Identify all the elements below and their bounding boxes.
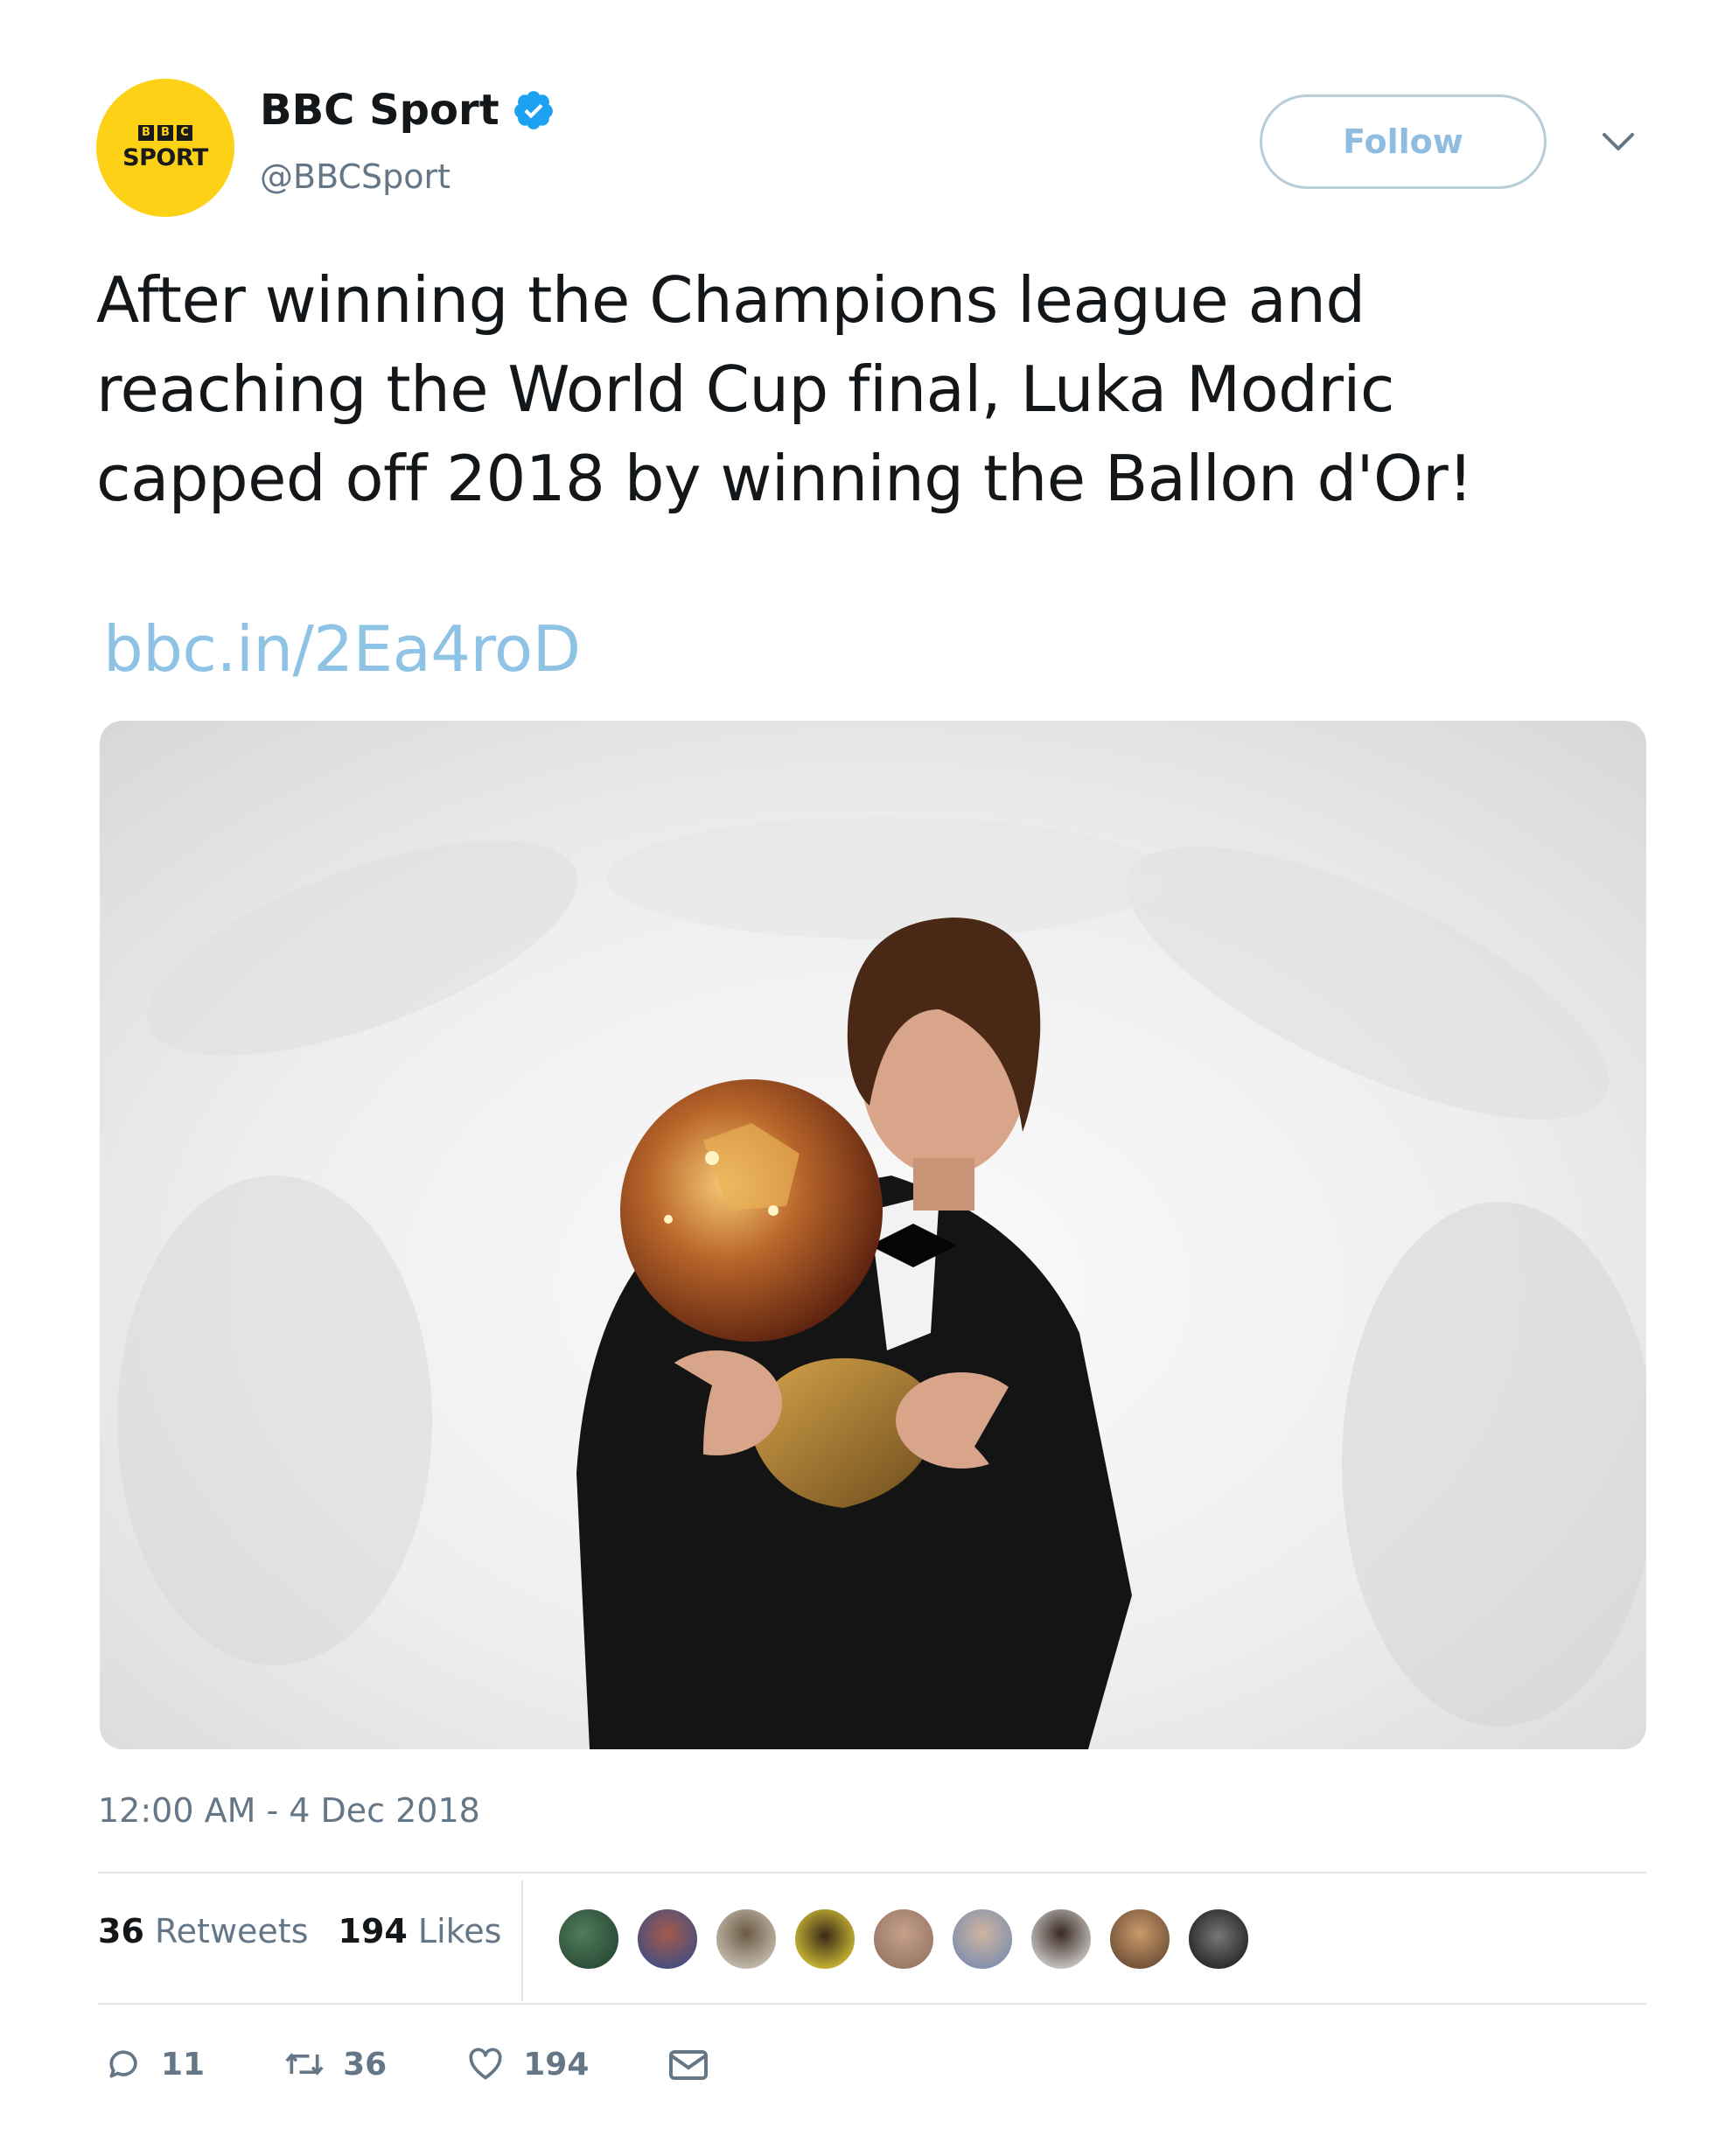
liker-avatar[interactable] — [871, 1907, 936, 1971]
bbc-logo: BBC — [138, 124, 192, 141]
retweet-button[interactable]: 36 — [283, 2045, 387, 2083]
liker-avatars — [556, 1907, 1265, 1971]
liker-avatar[interactable] — [1186, 1907, 1251, 1971]
tweet-photo[interactable] — [100, 721, 1646, 1749]
like-button[interactable]: 194 — [465, 2045, 589, 2083]
handle[interactable]: @BBCSport — [260, 157, 450, 196]
follow-button[interactable]: Follow — [1260, 94, 1547, 189]
retweets-label: Retweets — [154, 1912, 309, 1950]
liker-avatar[interactable] — [1029, 1907, 1093, 1971]
stats-separator — [521, 1880, 523, 2001]
timestamp[interactable]: 12:00 AM - 4 Dec 2018 — [98, 1791, 480, 1830]
tweet-card: BBC SPORT BBC Sport @BBCSport Follow Aft… — [0, 0, 1732, 2156]
avatar[interactable]: BBC SPORT — [96, 79, 234, 217]
likes-stat[interactable]: 194 Likes — [339, 1912, 502, 1950]
envelope-icon — [669, 2050, 709, 2080]
reply-button[interactable]: 11 — [105, 2045, 205, 2083]
action-bar: 11 36 194 — [105, 2045, 806, 2083]
retweet-count: 36 — [343, 2046, 388, 2083]
like-count: 194 — [523, 2046, 590, 2083]
liker-avatar[interactable] — [793, 1907, 857, 1971]
divider — [98, 1872, 1646, 1873]
retweet-icon — [285, 2053, 324, 2076]
liker-avatar[interactable] — [556, 1907, 621, 1971]
liker-avatar[interactable] — [1107, 1907, 1172, 1971]
liker-avatar[interactable] — [635, 1907, 700, 1971]
liker-avatar[interactable] — [950, 1907, 1015, 1971]
likes-count: 194 — [338, 1912, 408, 1950]
engagement-stats: 36 Retweets 194 Likes — [98, 1912, 531, 1950]
retweets-count: 36 — [98, 1912, 144, 1950]
divider — [98, 2003, 1646, 2005]
avatar-label: SPORT — [122, 143, 208, 171]
reply-count: 11 — [161, 2046, 206, 2083]
liker-avatar[interactable] — [714, 1907, 779, 1971]
chevron-down-icon[interactable] — [1599, 129, 1638, 156]
tweet-text: After winning the Champions league and r… — [96, 263, 1473, 515]
likes-label: Likes — [417, 1912, 502, 1950]
verified-badge-icon — [513, 91, 553, 129]
message-button[interactable] — [667, 2045, 727, 2083]
heart-icon — [469, 2048, 502, 2080]
display-name[interactable]: BBC Sport — [260, 86, 555, 135]
retweets-stat[interactable]: 36 Retweets — [98, 1912, 309, 1950]
reply-icon — [109, 2050, 137, 2078]
tweet-link[interactable]: bbc.in/2Ea4roD — [103, 612, 581, 686]
display-name-text: BBC Sport — [260, 86, 499, 135]
